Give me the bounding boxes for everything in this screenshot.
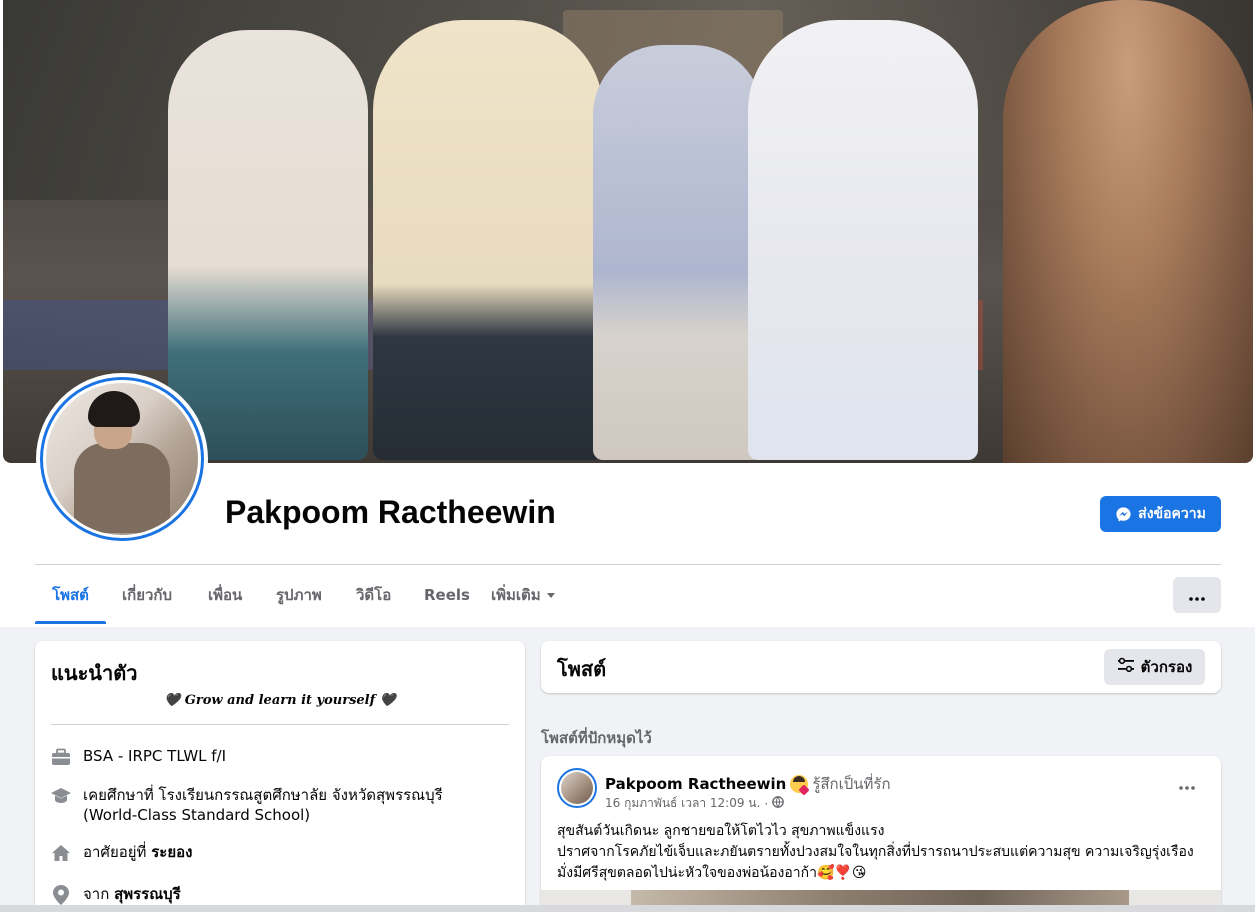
send-message-button[interactable]: ส่งข้อความ xyxy=(1100,496,1221,532)
send-message-label: ส่งข้อความ xyxy=(1138,506,1206,522)
graduation-cap-icon xyxy=(49,785,73,807)
avatar-figure-hair xyxy=(88,391,140,427)
tab-reels[interactable]: Reels xyxy=(424,566,470,624)
tab-reels-label: Reels xyxy=(424,586,470,604)
cover-photo[interactable] xyxy=(3,0,1253,463)
post-author-avatar[interactable] xyxy=(557,768,597,808)
intro-from-place[interactable]: สุพรรณบุรี xyxy=(114,884,181,904)
post-text-line-3: มั่งมีศรีสุขตลอดไปน่ะหัวใจของพ่อน้องอาก้… xyxy=(557,865,867,881)
more-options-button[interactable] xyxy=(1173,577,1221,613)
intro-card: แนะนำตัว 🖤 Grow and learn it yourself 🖤 … xyxy=(35,641,525,912)
home-icon xyxy=(49,842,73,864)
cover-person-3 xyxy=(593,45,763,460)
post-author-name[interactable]: Pakpoom Ractheewin xyxy=(605,775,786,793)
tab-about[interactable]: เกี่ยวกับ xyxy=(122,566,172,624)
cover-person-1 xyxy=(168,30,368,460)
post-avatar-image xyxy=(561,772,593,804)
filter-label: ตัวกรอง xyxy=(1140,658,1193,676)
feeling-loved-icon xyxy=(788,773,810,796)
post-meta: 16 กุมภาพันธ์ เวลา 12:09 น. · xyxy=(605,794,785,813)
location-pin-icon xyxy=(49,884,73,906)
intro-work-text: BSA - IRPC TLWL f/I xyxy=(83,747,227,765)
post-text-line-2: ปราศจากโรคภัยไข้เจ็บและภยันตรายทั้งปวงสม… xyxy=(557,844,1194,860)
bottom-scroll-edge xyxy=(0,905,1255,912)
post-timestamp[interactable]: 16 กุมภาพันธ์ เวลา 12:09 น. xyxy=(605,794,760,813)
filter-sliders-icon xyxy=(1117,657,1135,677)
filter-button[interactable]: ตัวกรอง xyxy=(1104,649,1205,685)
tab-about-label: เกี่ยวกับ xyxy=(122,586,173,604)
chevron-down-icon xyxy=(546,592,555,598)
tab-posts-label: โพสต์ xyxy=(52,586,89,604)
intro-work-row: BSA - IRPC TLWL f/I xyxy=(49,746,509,768)
profile-name: Pakpoom Ractheewin xyxy=(225,494,556,530)
tab-friends[interactable]: เพื่อน xyxy=(208,566,242,624)
intro-lives-place[interactable]: ระยอง xyxy=(151,842,192,862)
intro-from-prefix: จาก xyxy=(83,885,110,903)
briefcase-icon xyxy=(49,746,73,768)
cover-person-2 xyxy=(373,20,603,460)
avatar-figure-body xyxy=(74,443,170,533)
tab-photos[interactable]: รูปภาพ xyxy=(276,566,322,624)
intro-lives-prefix: อาศัยอยู่ที่ xyxy=(83,843,147,861)
intro-divider xyxy=(51,724,509,725)
intro-title: แนะนำตัว xyxy=(51,661,138,685)
post-options-button[interactable] xyxy=(1169,774,1205,794)
meta-separator-dot: · xyxy=(764,796,769,811)
post-feeling: รู้สึกเป็นที่รัก xyxy=(812,775,891,793)
post-author-line: Pakpoom Ractheewin รู้สึกเป็นที่รัก xyxy=(605,772,891,796)
tab-more[interactable]: เพิ่มเติม xyxy=(491,566,555,624)
intro-bio: 🖤 Grow and learn it yourself 🖤 xyxy=(164,693,396,708)
intro-from-row: จาก สุพรรณบุรี xyxy=(49,884,509,906)
tab-photos-label: รูปภาพ xyxy=(276,586,322,604)
post-card: Pakpoom Ractheewin รู้สึกเป็นที่รัก 16 ก… xyxy=(541,756,1221,912)
globe-icon xyxy=(772,796,785,811)
more-dots-icon xyxy=(1179,775,1195,794)
posts-header-card: โพสต์ ตัวกรอง xyxy=(541,641,1221,693)
cover-person-4 xyxy=(748,20,978,460)
more-dots-icon xyxy=(1189,586,1205,605)
posts-title: โพสต์ xyxy=(557,657,607,681)
cover-person-5 xyxy=(1003,0,1253,463)
pinned-posts-label: โพสต์ที่ปักหมุดไว้ xyxy=(541,729,652,747)
profile-avatar[interactable] xyxy=(36,373,208,545)
active-tab-indicator xyxy=(35,621,106,624)
avatar-story-ring xyxy=(40,377,204,541)
header-divider xyxy=(35,564,1221,565)
tab-more-label: เพิ่มเติม xyxy=(491,586,541,604)
intro-education-row: เคยศึกษาที่ โรงเรียนกรรณสูตศึกษาลัย จังห… xyxy=(49,785,509,825)
tab-friends-label: เพื่อน xyxy=(208,586,243,604)
messenger-icon xyxy=(1115,506,1132,523)
intro-lives-row: อาศัยอยู่ที่ ระยอง xyxy=(49,842,509,864)
post-text-line-1: สุขสันต์วันเกิดนะ ลูกชายขอให้โตไวไว สุขภ… xyxy=(557,823,885,839)
avatar-image xyxy=(46,383,198,535)
tab-videos[interactable]: วิดีโอ xyxy=(356,566,391,624)
tab-videos-label: วิดีโอ xyxy=(356,586,392,604)
intro-education-text: เคยศึกษาที่ โรงเรียนกรรณสูตศึกษาลัย จังห… xyxy=(83,786,443,824)
tab-posts[interactable]: โพสต์ xyxy=(35,566,106,624)
